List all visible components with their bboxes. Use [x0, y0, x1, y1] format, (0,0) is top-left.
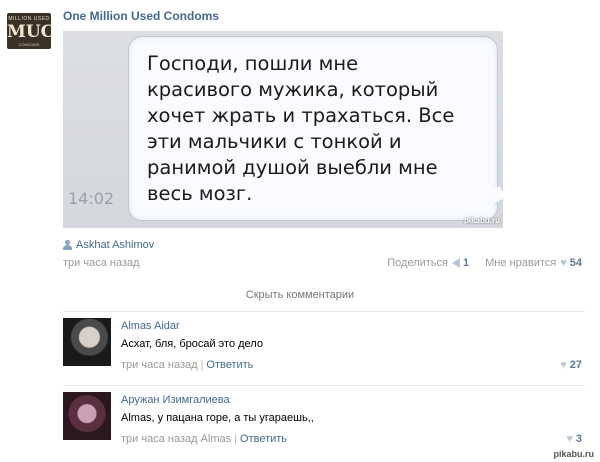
reply-link[interactable]: Ответить — [240, 433, 287, 445]
reply-to-link[interactable]: Almas — [201, 433, 232, 445]
share-count: 1 — [463, 257, 470, 269]
logo-bottom-text: CONDOMS — [18, 42, 40, 47]
message-bubble: Господи, пошли мне красивого мужика, кот… — [128, 36, 498, 221]
comment-like-count: 27 — [569, 359, 582, 371]
group-logo[interactable]: MILLION USED MUC CONDOMS — [7, 13, 51, 49]
megaphone-icon[interactable] — [452, 258, 460, 268]
comment: Аружан Изимгалиева Almas, у пацана горе,… — [63, 392, 585, 462]
comment: Almas Aidar Асхат, бля, бросай это дело … — [63, 318, 585, 388]
heart-icon[interactable]: ♥ — [560, 359, 567, 371]
message-text: Господи, пошли мне красивого мужика, кот… — [147, 52, 455, 205]
comment-text: Almas, у пацана горе, а ты угараешь,, — [121, 412, 314, 424]
group-name-link[interactable]: One Million Used Condoms — [63, 9, 219, 23]
heart-icon[interactable]: ♥ — [560, 257, 567, 269]
message-time: 14:02 — [68, 189, 115, 208]
comment-like-count: 3 — [575, 433, 582, 445]
divider — [63, 311, 585, 312]
comment-meta: три часа назад | Ответить — [121, 359, 254, 371]
comment-author[interactable]: Almas Aidar — [121, 320, 180, 332]
logo-main-text: MUC — [7, 22, 51, 42]
comment-text: Асхат, бля, бросай это дело — [121, 338, 263, 350]
post-timestamp[interactable]: три часа назад — [63, 257, 140, 269]
comment-author[interactable]: Аружан Изимгалиева — [121, 394, 230, 406]
heart-icon[interactable]: ♥ — [566, 433, 573, 445]
comment-meta: три часа назад Almas | Ответить — [121, 433, 288, 445]
like-label[interactable]: Мне нравится — [485, 257, 556, 269]
comment-time[interactable]: три часа назад — [121, 359, 198, 371]
comment-likes[interactable]: ♥ 3 — [566, 433, 582, 445]
reply-link[interactable]: Ответить — [206, 359, 253, 371]
share-label[interactable]: Поделиться — [387, 257, 448, 269]
photo-watermark: pikabu.ru — [463, 216, 500, 225]
hide-comments-link[interactable]: Скрыть комментарии — [0, 289, 600, 301]
person-icon — [63, 240, 72, 250]
footer-watermark: pikabu.ru — [551, 449, 596, 459]
post-photo[interactable]: Господи, пошли мне красивого мужика, кот… — [63, 31, 503, 228]
comment-time[interactable]: три часа назад — [121, 433, 198, 445]
post-author[interactable]: Askhat Ashimov — [63, 239, 154, 251]
comment-likes[interactable]: ♥ 27 — [560, 359, 582, 371]
divider — [63, 385, 585, 386]
post-author-name[interactable]: Askhat Ashimov — [76, 239, 154, 251]
like-count: 54 — [569, 257, 582, 269]
avatar[interactable] — [63, 392, 111, 440]
avatar[interactable] — [63, 318, 111, 366]
post-actions: Поделиться 1 Мне нравится ♥ 54 — [387, 257, 582, 269]
